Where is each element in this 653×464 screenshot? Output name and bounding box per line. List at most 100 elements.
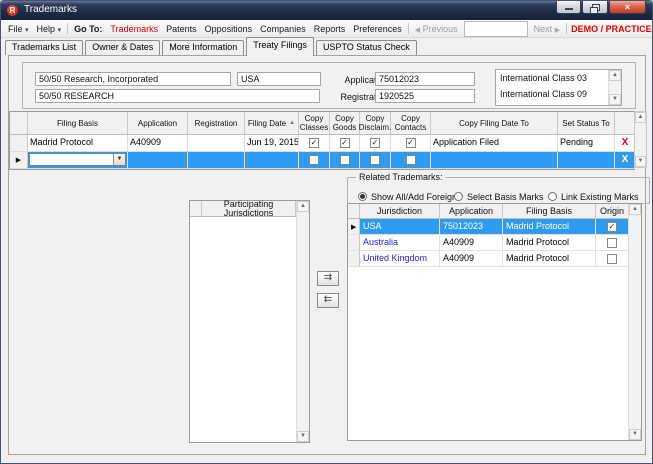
col-participating-jurisdictions[interactable]: Participating Jurisdictions bbox=[202, 201, 296, 216]
row-selector-cell[interactable]: ▶ bbox=[348, 235, 360, 250]
mark-name-field[interactable] bbox=[35, 89, 320, 103]
cell-application[interactable] bbox=[128, 152, 188, 168]
col-filing-basis[interactable]: Filing Basis bbox=[503, 204, 596, 218]
menu-trademarks[interactable]: Trademarks bbox=[108, 23, 160, 35]
copy-contacts-checkbox[interactable]: ✓ bbox=[406, 138, 416, 148]
table-row[interactable]: ▶ United Kingdom A40909 Madrid Protocol … bbox=[348, 251, 641, 267]
copy-classes-checkbox[interactable]: ✓ bbox=[309, 138, 319, 148]
tab-trademarks-list[interactable]: Trademarks List bbox=[5, 40, 83, 55]
cell-application[interactable]: A40909 bbox=[440, 235, 503, 250]
copy-disclaim-checkbox[interactable]: ✓ bbox=[370, 138, 380, 148]
cell-filing-date[interactable] bbox=[245, 152, 299, 168]
next-button[interactable]: Next ▶ bbox=[532, 23, 562, 35]
cell-application[interactable]: A40909 bbox=[128, 135, 188, 151]
radio-icon[interactable] bbox=[548, 192, 557, 201]
filing-basis-combobox[interactable]: ▼ bbox=[29, 153, 126, 166]
col-set-status-to[interactable]: Set Status To bbox=[558, 112, 615, 134]
scroll-up-icon[interactable]: ▲ bbox=[609, 70, 621, 81]
scroll-up-icon[interactable]: ▲ bbox=[297, 201, 309, 212]
cell-application[interactable]: 75012023 bbox=[440, 219, 503, 234]
tab-owner-dates[interactable]: Owner & Dates bbox=[85, 40, 160, 55]
tab-uspto-status-check[interactable]: USPTO Status Check bbox=[316, 40, 417, 55]
row-selector-cell[interactable]: ▶ bbox=[348, 219, 360, 234]
close-button[interactable]: × bbox=[609, 1, 646, 14]
previous-button[interactable]: ◀ Previous bbox=[413, 23, 460, 35]
remove-jurisdiction-button[interactable]: ⇇ bbox=[317, 293, 339, 308]
classes-scrollbar[interactable]: ▲ ▼ bbox=[608, 70, 621, 105]
col-copy-goods[interactable]: Copy Goods bbox=[330, 112, 360, 134]
cell-filing-basis[interactable]: Madrid Protocol bbox=[503, 251, 596, 266]
row-selector-cell[interactable]: ▶ bbox=[10, 135, 28, 151]
cell-filing-basis[interactable]: Madrid Protocol bbox=[28, 135, 128, 151]
cell-filing-basis[interactable]: Madrid Protocol bbox=[503, 235, 596, 250]
col-copy-disclaim[interactable]: Copy Disclaim. bbox=[360, 112, 391, 134]
copy-goods-checkbox[interactable]: ✓ bbox=[340, 155, 350, 165]
menu-oppositions[interactable]: Oppositions bbox=[203, 23, 255, 35]
menu-preferences[interactable]: Preferences bbox=[351, 23, 404, 35]
scroll-up-icon[interactable]: ▲ bbox=[635, 112, 646, 123]
delete-row-button[interactable]: X bbox=[615, 135, 635, 151]
owner-name-field[interactable] bbox=[35, 72, 231, 86]
application-number-field[interactable] bbox=[375, 72, 475, 86]
row-selector-cell[interactable]: ▶ bbox=[348, 251, 360, 266]
col-copy-filing-date-to[interactable]: Copy Filing Date To bbox=[431, 112, 558, 134]
international-classes-listbox[interactable]: International Class 03 International Cla… bbox=[495, 69, 622, 106]
cell-filing-date[interactable]: Jun 19, 2015 bbox=[245, 135, 299, 151]
col-registration[interactable]: Registration bbox=[188, 112, 245, 134]
radio-icon[interactable] bbox=[454, 192, 463, 201]
table-row[interactable]: ▶ Madrid Protocol A40909 Jun 19, 2015 ✓ … bbox=[10, 135, 635, 152]
menu-patents[interactable]: Patents bbox=[164, 23, 199, 35]
row-selector-cell[interactable]: ▶ bbox=[10, 152, 28, 168]
copy-disclaim-checkbox[interactable]: ✓ bbox=[370, 155, 380, 165]
add-jurisdiction-button[interactable]: ⇉ bbox=[317, 271, 339, 286]
cell-copy-filing-date-to[interactable]: Application Filed bbox=[431, 135, 558, 151]
col-filing-basis[interactable]: Filing Basis bbox=[28, 112, 128, 134]
scroll-down-icon[interactable]: ▼ bbox=[609, 94, 621, 105]
minimize-button[interactable] bbox=[556, 1, 581, 14]
table-row[interactable]: ▶ USA 75012023 Madrid Protocol ✓ bbox=[348, 219, 641, 235]
filings-grid-scrollbar[interactable]: ▲ ▼ bbox=[634, 111, 647, 168]
table-row[interactable]: ▶ Australia A40909 Madrid Protocol ✓ bbox=[348, 235, 641, 251]
menu-help[interactable]: Help ▾ bbox=[35, 23, 64, 35]
related-grid-scrollbar[interactable]: ▲ ▼ bbox=[628, 204, 641, 440]
cell-registration[interactable] bbox=[188, 135, 245, 151]
cell-jurisdiction[interactable]: Australia bbox=[360, 235, 440, 250]
col-filing-date[interactable]: Filing Date▲ bbox=[245, 112, 299, 134]
origin-checkbox[interactable]: ✓ bbox=[607, 222, 617, 232]
cell-registration[interactable] bbox=[188, 152, 245, 168]
menu-file[interactable]: File ▾ bbox=[6, 23, 31, 35]
radio-icon[interactable] bbox=[358, 192, 367, 201]
jurisdiction-field[interactable] bbox=[237, 72, 321, 86]
participating-scrollbar[interactable]: ▲ ▼ bbox=[296, 201, 309, 442]
menu-companies[interactable]: Companies bbox=[258, 23, 308, 35]
cell-filing-basis[interactable]: Madrid Protocol bbox=[503, 219, 596, 234]
scroll-down-icon[interactable]: ▼ bbox=[629, 429, 641, 440]
dropdown-arrow-icon[interactable]: ▼ bbox=[113, 154, 125, 165]
cell-copy-filing-date-to[interactable] bbox=[431, 152, 558, 168]
col-application[interactable]: Application bbox=[128, 112, 188, 134]
col-copy-classes[interactable]: Copy Classes bbox=[299, 112, 330, 134]
origin-checkbox[interactable]: ✓ bbox=[607, 238, 617, 248]
copy-classes-checkbox[interactable]: ✓ bbox=[309, 155, 319, 165]
origin-checkbox[interactable]: ✓ bbox=[607, 254, 617, 264]
cell-application[interactable]: A40909 bbox=[440, 251, 503, 266]
cell-set-status-to[interactable] bbox=[558, 152, 615, 168]
registration-number-field[interactable] bbox=[375, 89, 475, 103]
menu-reports[interactable]: Reports bbox=[312, 23, 348, 35]
delete-row-button[interactable]: X bbox=[615, 152, 635, 168]
copy-goods-checkbox[interactable]: ✓ bbox=[340, 138, 350, 148]
col-origin[interactable]: Origin bbox=[596, 204, 629, 218]
copy-contacts-checkbox[interactable]: ✓ bbox=[406, 155, 416, 165]
table-row[interactable]: ▶ ▼ ✓ ✓ ✓ ✓ X bbox=[10, 152, 635, 169]
col-jurisdiction[interactable]: Jurisdiction bbox=[360, 204, 440, 218]
class-list-item[interactable]: International Class 03 bbox=[496, 70, 621, 86]
col-application[interactable]: Application bbox=[440, 204, 503, 218]
col-copy-contacts[interactable]: Copy Contacts bbox=[391, 112, 431, 134]
cell-set-status-to[interactable]: Pending bbox=[558, 135, 615, 151]
cell-jurisdiction[interactable]: USA bbox=[360, 219, 440, 234]
scroll-down-icon[interactable]: ▼ bbox=[635, 156, 646, 167]
cell-jurisdiction[interactable]: United Kingdom bbox=[360, 251, 440, 266]
scroll-down-icon[interactable]: ▼ bbox=[297, 431, 309, 442]
record-search-input[interactable] bbox=[464, 21, 528, 37]
restore-button[interactable] bbox=[582, 1, 608, 14]
